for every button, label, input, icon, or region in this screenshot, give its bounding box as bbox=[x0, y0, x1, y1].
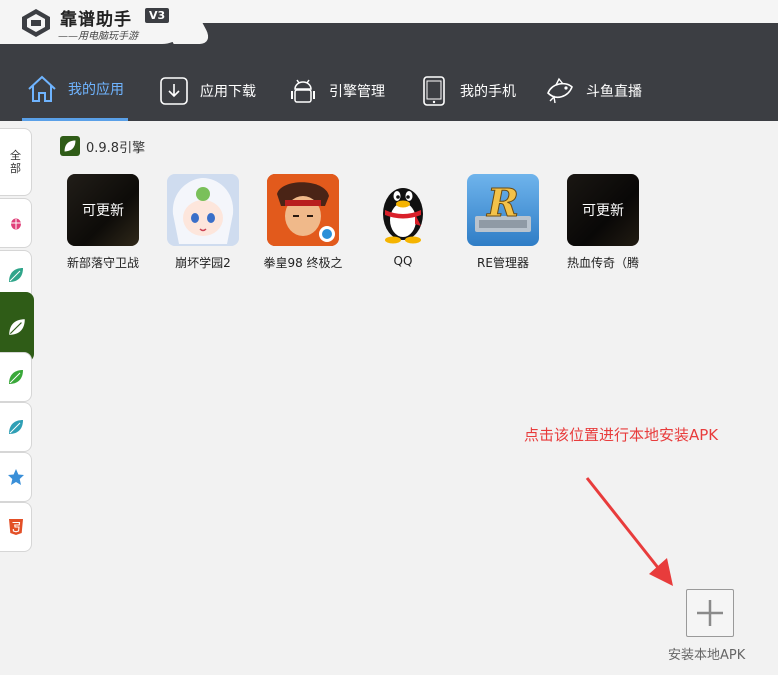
arrow-icon bbox=[585, 477, 673, 586]
tab-engine-management[interactable]: 引擎管理 bbox=[283, 60, 389, 121]
anime-girl-icon bbox=[167, 174, 239, 246]
app-tile[interactable]: 可更新 热血传奇（腾 bbox=[553, 174, 653, 271]
tab-label: 引擎管理 bbox=[329, 83, 385, 100]
update-badge: 可更新 bbox=[67, 174, 139, 246]
engine-version-label: 0.9.8引擎 bbox=[86, 140, 146, 156]
app-icon bbox=[167, 174, 239, 246]
tab-app-download[interactable]: 应用下载 bbox=[154, 60, 260, 121]
android-icon bbox=[291, 79, 315, 103]
phone-icon bbox=[423, 75, 445, 106]
install-hint-text: 点击该位置进行本地安装APK bbox=[524, 426, 719, 444]
category-tab-star[interactable] bbox=[0, 452, 32, 502]
app-tile[interactable]: R RE管理器 bbox=[453, 174, 553, 271]
app-tile[interactable]: 崩坏学园2 bbox=[153, 174, 253, 271]
header-bar: 靠谱助手 V3 ——用电脑玩手游 我的应用 应用下载 引擎管理 我的手机 斗鱼直… bbox=[0, 0, 778, 121]
app-slogan: ——用电脑玩手游 bbox=[58, 31, 138, 42]
tab-label: 斗鱼直播 bbox=[586, 83, 642, 100]
category-tab-bug[interactable] bbox=[0, 198, 32, 248]
leaf-icon bbox=[8, 268, 23, 282]
category-tab-leaf-green[interactable] bbox=[0, 352, 32, 402]
tab-my-phone[interactable]: 我的手机 bbox=[414, 60, 520, 121]
tab-douyu-live[interactable]: 斗鱼直播 bbox=[540, 60, 646, 121]
leaf-icon bbox=[8, 420, 23, 434]
category-tab-html5[interactable] bbox=[0, 502, 32, 552]
qq-penguin-icon bbox=[383, 188, 423, 244]
app-name: 崩坏学园2 bbox=[175, 256, 231, 270]
re-manager-icon: R bbox=[475, 180, 531, 232]
engine-badge bbox=[60, 136, 80, 156]
app-name: QQ bbox=[393, 254, 413, 268]
app-icon: 可更新 bbox=[567, 174, 639, 246]
download-icon bbox=[160, 76, 188, 105]
main-window: 靠谱助手 V3 ——用电脑玩手游 我的应用 应用下载 引擎管理 我的手机 斗鱼直… bbox=[0, 0, 778, 675]
fighter-icon bbox=[267, 174, 339, 246]
app-icon bbox=[267, 174, 339, 246]
app-tile[interactable]: 拳皇98 终极之 bbox=[253, 174, 353, 271]
install-local-apk-label: 安装本地APK bbox=[668, 648, 746, 663]
logo-icon bbox=[22, 9, 50, 37]
tab-label: 应用下载 bbox=[200, 83, 256, 100]
tab-label: 我的应用 bbox=[68, 82, 124, 98]
star-icon bbox=[7, 469, 24, 485]
svg-text:R: R bbox=[486, 180, 519, 225]
tab-label: 我的手机 bbox=[460, 83, 516, 100]
html5-icon bbox=[8, 519, 23, 535]
home-icon bbox=[28, 75, 56, 102]
tab-my-apps[interactable]: 我的应用 bbox=[22, 60, 128, 121]
app-tile[interactable]: 可更新 新部落守卫战 bbox=[53, 174, 153, 271]
category-tab-label: 全部 bbox=[10, 149, 21, 175]
engine-label-row: 0.9.8引擎 bbox=[60, 136, 145, 156]
app-name: 拳皇98 终极之 bbox=[263, 256, 343, 270]
leaf-icon bbox=[8, 319, 25, 335]
update-badge: 可更新 bbox=[567, 174, 639, 246]
title-strip bbox=[190, 0, 778, 23]
app-name: RE管理器 bbox=[477, 256, 529, 270]
app-name: 新部落守卫战 bbox=[66, 256, 139, 270]
app-name: 热血传奇（腾 bbox=[566, 256, 639, 270]
app-icon: R bbox=[467, 174, 539, 246]
app-tile[interactable]: QQ bbox=[353, 174, 453, 268]
douyu-fish-icon bbox=[547, 77, 573, 103]
plus-icon bbox=[697, 600, 723, 626]
install-local-apk-button[interactable] bbox=[686, 589, 734, 637]
bug-icon bbox=[9, 218, 22, 230]
category-tab-all[interactable]: 全部 bbox=[0, 128, 32, 196]
category-tab-leaf-blue[interactable] bbox=[0, 402, 32, 452]
app-icon bbox=[367, 174, 439, 246]
app-icon: 可更新 bbox=[67, 174, 139, 246]
leaf-icon bbox=[64, 140, 76, 152]
leaf-icon bbox=[8, 370, 23, 384]
version-badge: V3 bbox=[145, 8, 170, 23]
